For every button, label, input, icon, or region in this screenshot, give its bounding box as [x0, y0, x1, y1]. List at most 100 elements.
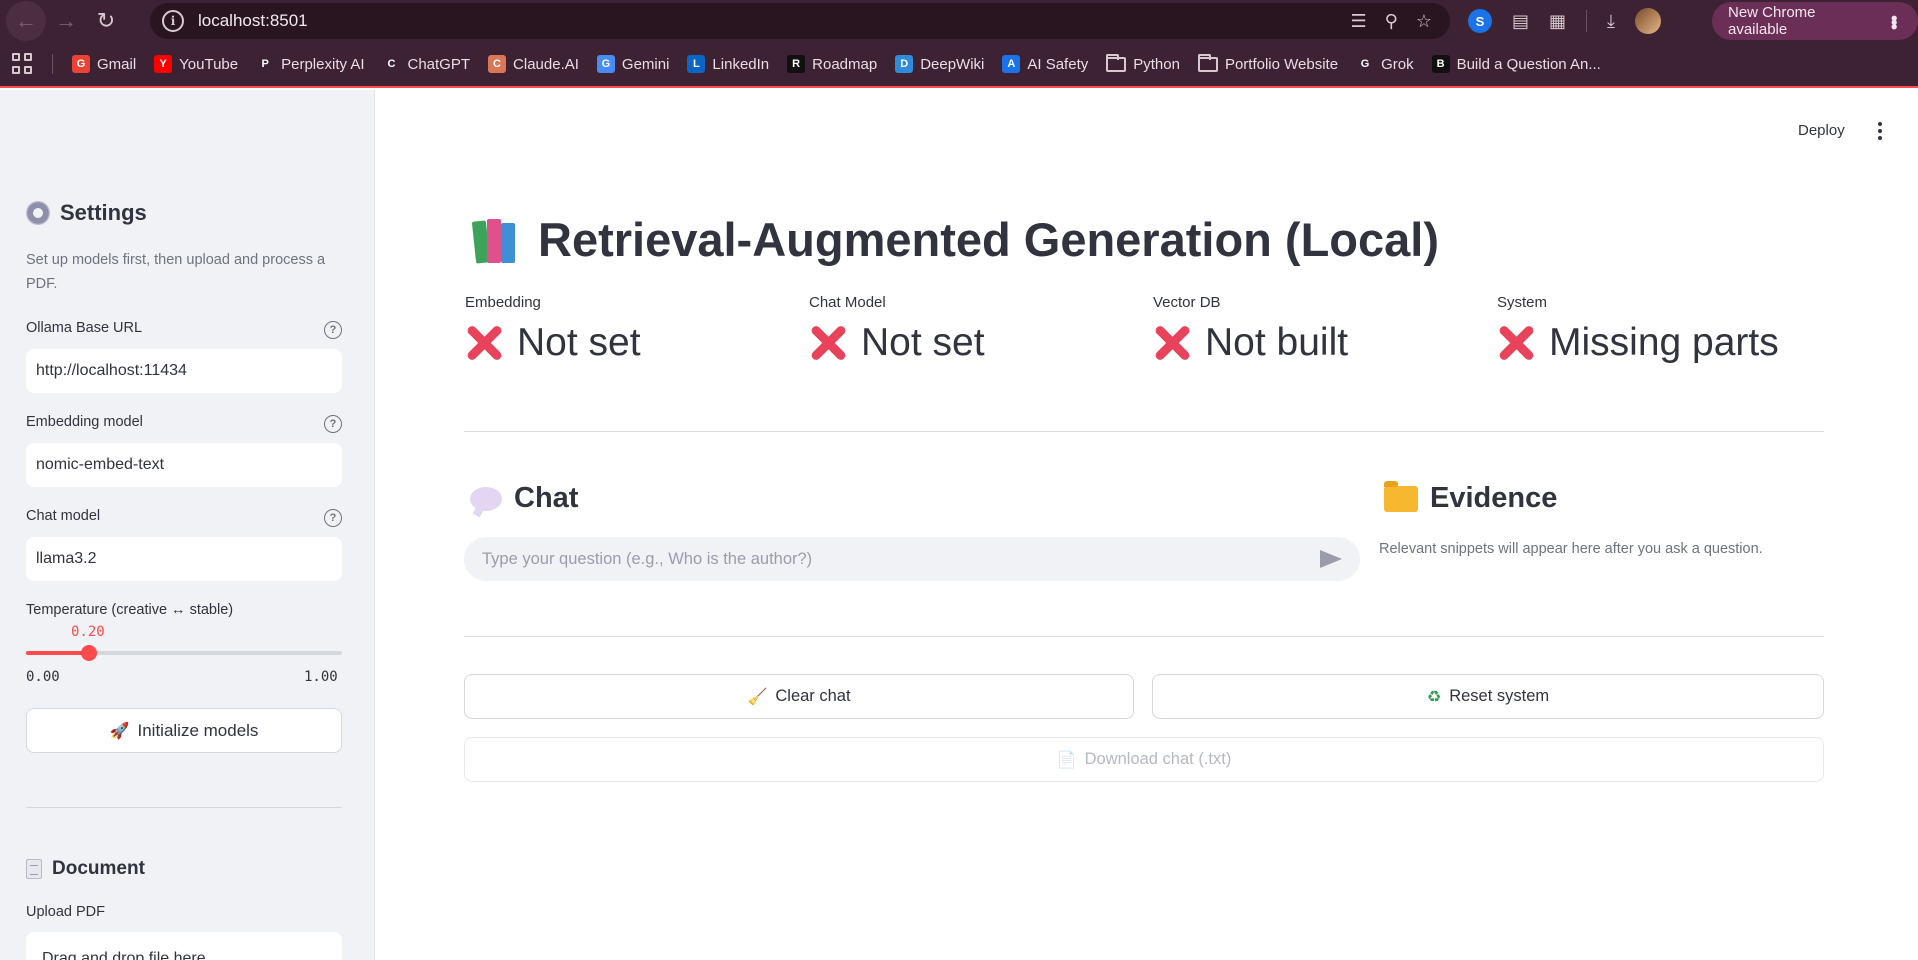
translate-icon[interactable]: ☰: [1351, 11, 1367, 32]
bookmark-item[interactable]: R Roadmap: [780, 49, 888, 79]
cross-mark-icon: [465, 324, 503, 362]
chrome-update-button[interactable]: New Chrome available •••: [1712, 2, 1918, 40]
dropzone-text: Drag and drop file here: [42, 950, 206, 960]
metric-system: System Missing parts: [1497, 294, 1837, 365]
download-chat-button[interactable]: 📄 Download chat (.txt): [464, 737, 1824, 782]
zoom-icon[interactable]: ⚲: [1385, 11, 1398, 32]
bookmark-label: Perplexity AI: [281, 55, 365, 73]
ollama-url-label: Ollama Base URL: [26, 320, 143, 336]
bookmark-label: Python: [1133, 55, 1180, 73]
apps-grid-icon[interactable]: [12, 53, 34, 75]
bookmark-label: Roadmap: [812, 55, 878, 73]
roadmap-icon: R: [787, 55, 806, 73]
temperature-label: Temperature (creative ↔ stable): [26, 602, 234, 618]
send-icon[interactable]: [1320, 550, 1342, 568]
temperature-slider-thumb[interactable]: [81, 645, 97, 661]
bookmark-item[interactable]: G Gmail: [65, 49, 147, 79]
embedding-help-icon[interactable]: ?: [324, 415, 342, 433]
folder-icon: [1384, 480, 1418, 512]
bookmark-item[interactable]: Portfolio Website: [1191, 49, 1349, 79]
youtube-icon: Y: [154, 55, 173, 73]
evidence-heading: Evidence: [1384, 480, 1557, 515]
deploy-button[interactable]: Deploy: [1798, 122, 1845, 139]
bookmark-star-icon[interactable]: ☆: [1416, 11, 1432, 32]
metric-label: Chat Model: [809, 294, 886, 311]
temperature-slider[interactable]: [26, 645, 342, 661]
folder-icon: [1197, 53, 1218, 72]
back-icon[interactable]: ←: [6, 1, 46, 41]
chat-model-help-icon[interactable]: ?: [324, 509, 342, 527]
ollama-help-icon[interactable]: ?: [324, 321, 342, 339]
bookmark-item[interactable]: A AI Safety: [995, 49, 1099, 79]
metric-value: Not built: [1205, 321, 1349, 364]
chat-input-placeholder[interactable]: Type your question (e.g., Who is the aut…: [482, 550, 1320, 569]
bookmarks-divider: [52, 54, 53, 74]
metric-label: Embedding: [465, 294, 541, 311]
ai-safety-icon: A: [1002, 55, 1021, 73]
address-bar[interactable]: i localhost:8501 ☰ ⚲ ☆: [150, 3, 1450, 39]
bookmark-item[interactable]: G Grok: [1349, 49, 1425, 79]
address-url[interactable]: localhost:8501: [198, 11, 308, 31]
extensions-icon[interactable]: ▦: [1549, 11, 1566, 32]
sidebar: Settings Set up models first, then uploa…: [0, 90, 375, 960]
gemini-icon: G: [596, 55, 615, 73]
cross-mark-icon: [1497, 324, 1535, 362]
chat-input[interactable]: Type your question (e.g., Who is the aut…: [464, 537, 1360, 581]
bookmark-item[interactable]: D DeepWiki: [888, 49, 995, 79]
bookmark-label: Claude.AI: [513, 55, 579, 73]
page-icon: 📄: [1056, 751, 1077, 769]
main-content: Deploy Retrieval-Augmented Generation (L…: [376, 90, 1918, 960]
bookmark-item[interactable]: P Perplexity AI: [249, 49, 375, 79]
settings-heading: Settings: [26, 200, 147, 226]
temperature-max: 1.00: [304, 669, 338, 685]
bookmark-item[interactable]: Y YouTube: [147, 49, 249, 79]
settings-title: Settings: [60, 200, 147, 225]
ollama-url-input[interactable]: http://localhost:11434: [26, 349, 342, 393]
bookmark-item[interactable]: Python: [1099, 49, 1191, 79]
books-icon: [471, 217, 524, 264]
profile-avatar[interactable]: [1635, 8, 1661, 34]
bookmark-item[interactable]: L LinkedIn: [680, 49, 780, 79]
initialize-models-button[interactable]: 🚀 Initialize models: [26, 708, 342, 753]
pdf-dropzone[interactable]: Drag and drop file here: [26, 932, 342, 960]
bookmark-label: DeepWiki: [920, 55, 985, 73]
download-icon[interactable]: ⤓: [1607, 11, 1615, 32]
claude-icon: C: [488, 55, 507, 73]
bookmark-label: Build a Question An...: [1456, 55, 1601, 73]
metric-vector-db: Vector DB Not built: [1153, 294, 1493, 365]
shazam-extension-icon[interactable]: S: [1468, 9, 1492, 33]
clear-chat-button[interactable]: 🧹 Clear chat: [464, 674, 1134, 719]
reset-system-button[interactable]: ♻ Reset system: [1152, 674, 1824, 719]
speech-bubble-icon: [470, 486, 502, 511]
reset-system-label: Reset system: [1449, 687, 1550, 705]
bookmark-item[interactable]: C ChatGPT: [376, 49, 482, 79]
metric-value: Not set: [861, 321, 985, 364]
document-heading: Document: [26, 858, 145, 880]
reading-list-icon[interactable]: ▤: [1512, 11, 1529, 32]
bookmark-item[interactable]: G Gemini: [590, 49, 681, 79]
chrome-menu-icon[interactable]: •••: [1883, 15, 1904, 28]
metric-chat-model: Chat Model Not set: [809, 294, 1149, 365]
temperature-min: 0.00: [26, 669, 60, 685]
reload-icon[interactable]: ↻: [86, 1, 126, 41]
bookmark-label: ChatGPT: [407, 55, 471, 73]
toolbar-divider: [1586, 10, 1588, 32]
embedding-model-input[interactable]: nomic-embed-text: [26, 443, 342, 487]
bookmark-item[interactable]: B Build a Question An...: [1425, 49, 1612, 79]
bookmark-label: Gemini: [621, 55, 670, 73]
site-info-icon[interactable]: i: [162, 10, 184, 32]
forward-icon[interactable]: →: [46, 1, 86, 41]
more-menu-icon[interactable]: [1872, 120, 1888, 142]
bookmark-label: Gmail: [97, 55, 137, 73]
bookmarks-bar: G Gmail Y YouTube P Perplexity AI C ChatGPT C Cla…: [0, 42, 1918, 88]
chat-model-input[interactable]: llama3.2: [26, 537, 342, 581]
metric-value: Not set: [517, 321, 641, 364]
metric-label: System: [1497, 294, 1548, 311]
build-icon: B: [1431, 55, 1450, 73]
gmail-icon: G: [72, 55, 90, 73]
bookmark-label: Grok: [1381, 55, 1414, 73]
chat-title: Chat: [514, 482, 579, 514]
bookmark-item[interactable]: C Claude.AI: [481, 49, 590, 79]
chat-heading: Chat: [470, 482, 578, 515]
sidebar-divider: [26, 807, 342, 808]
